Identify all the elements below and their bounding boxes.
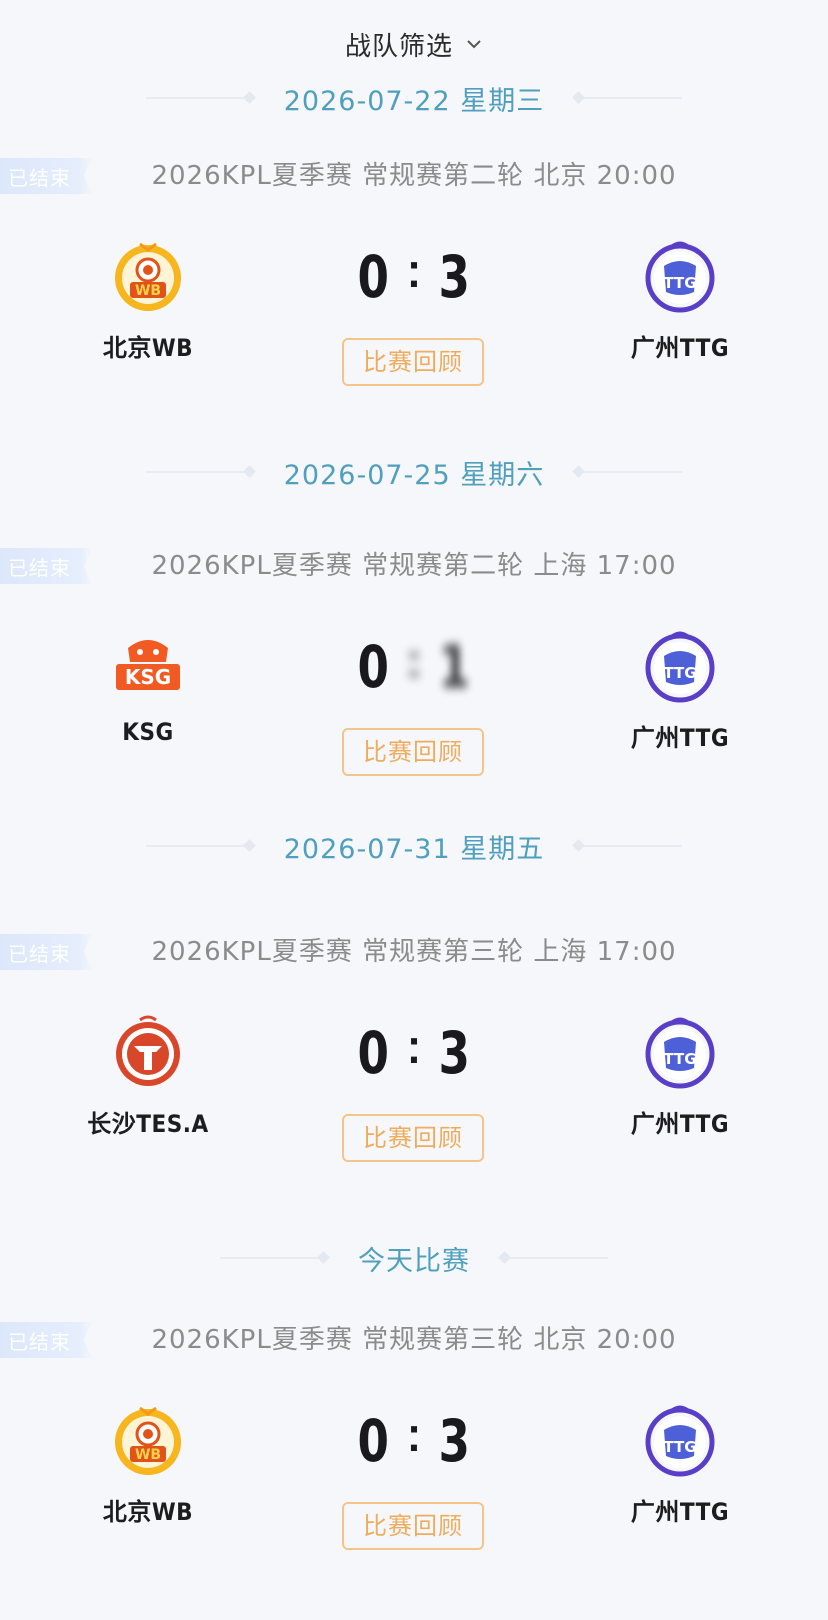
home-score: 0 <box>357 633 390 701</box>
ttg-logo-icon: TTG <box>645 1405 715 1477</box>
score-separator: ⁚ <box>407 1032 421 1072</box>
team-name: 北京WB <box>102 334 194 362</box>
away-score: 3 <box>438 1407 471 1475</box>
team-name: KSG <box>122 718 174 746</box>
match-card: 已结束 2026KPL夏季赛 常规赛第三轮 北京 20:00 WB 北京WB 0… <box>0 1322 828 1602</box>
away-team[interactable]: TTG 广州TTG <box>580 1402 780 1527</box>
away-score: 1 <box>438 633 471 701</box>
date-label: 2026-07-22 星期三 <box>283 85 545 117</box>
away-team[interactable]: TTG 广州TTG <box>580 1014 780 1139</box>
team-name: 广州TTG <box>630 334 730 362</box>
score-separator: ⁚ <box>407 1420 421 1460</box>
ttg-logo-icon: TTG <box>645 631 715 703</box>
home-score: 0 <box>357 1019 390 1087</box>
team-name: 广州TTG <box>630 1110 730 1138</box>
date-divider: 2026-07-22 星期三 <box>0 78 828 118</box>
ttg-logo-icon: TTG <box>645 241 715 313</box>
date-label: 今天比赛 <box>358 1245 470 1277</box>
date-label: 2026-07-25 星期六 <box>283 459 545 491</box>
svg-text:TTG: TTG <box>663 274 696 292</box>
svg-text:TTG: TTG <box>663 664 696 682</box>
date-divider: 2026-07-31 星期五 <box>0 826 828 866</box>
chevron-down-icon <box>467 40 481 49</box>
date-divider: 今天比赛 <box>0 1238 828 1278</box>
match-card: 已结束 2026KPL夏季赛 常规赛第三轮 上海 17:00 长沙TES.A 0… <box>0 934 828 1214</box>
home-score: 0 <box>357 1407 390 1475</box>
date-divider: 2026-07-25 星期六 <box>0 452 828 492</box>
team-name: 长沙TES.A <box>87 1110 209 1138</box>
ttg-logo-icon: TTG <box>645 1017 715 1089</box>
away-team[interactable]: TTG 广州TTG <box>580 628 780 753</box>
svg-text:TTG: TTG <box>663 1050 696 1068</box>
away-team[interactable]: TTG 广州TTG <box>580 238 780 363</box>
away-score: 3 <box>438 1019 471 1087</box>
schedule-page: 战队筛选 2026-07-22 星期三 已结束 2026KPL夏季赛 常规赛第二… <box>0 0 828 1620</box>
match-review-button[interactable]: 比赛回顾 <box>342 1114 484 1162</box>
team-name: 广州TTG <box>630 724 730 752</box>
match-card: 已结束 2026KPL夏季赛 常规赛第二轮 上海 17:00 KSG KSG 0… <box>0 548 828 828</box>
match-meta: 2026KPL夏季赛 常规赛第三轮 上海 17:00 <box>151 937 677 967</box>
team-name: 北京WB <box>102 1498 194 1526</box>
team-filter-label: 战队筛选 <box>344 31 453 62</box>
match-review-button[interactable]: 比赛回顾 <box>342 728 484 776</box>
match-card: 已结束 2026KPL夏季赛 常规赛第二轮 北京 20:00 WB 北京WB 0… <box>0 158 828 438</box>
team-filter-dropdown[interactable]: 战队筛选 <box>0 22 828 66</box>
match-review-button[interactable]: 比赛回顾 <box>342 338 484 386</box>
score-separator: ⁚ <box>407 646 421 686</box>
match-meta: 2026KPL夏季赛 常规赛第二轮 北京 20:00 <box>151 161 677 191</box>
match-review-button[interactable]: 比赛回顾 <box>342 1502 484 1550</box>
date-label: 2026-07-31 星期五 <box>283 833 545 865</box>
score-separator: ⁚ <box>407 256 421 296</box>
away-score: 3 <box>438 243 471 311</box>
home-score: 0 <box>357 243 390 311</box>
match-meta: 2026KPL夏季赛 常规赛第三轮 北京 20:00 <box>151 1325 677 1355</box>
match-meta: 2026KPL夏季赛 常规赛第二轮 上海 17:00 <box>151 551 677 581</box>
svg-text:TTG: TTG <box>663 1438 696 1456</box>
team-name: 广州TTG <box>630 1498 730 1526</box>
